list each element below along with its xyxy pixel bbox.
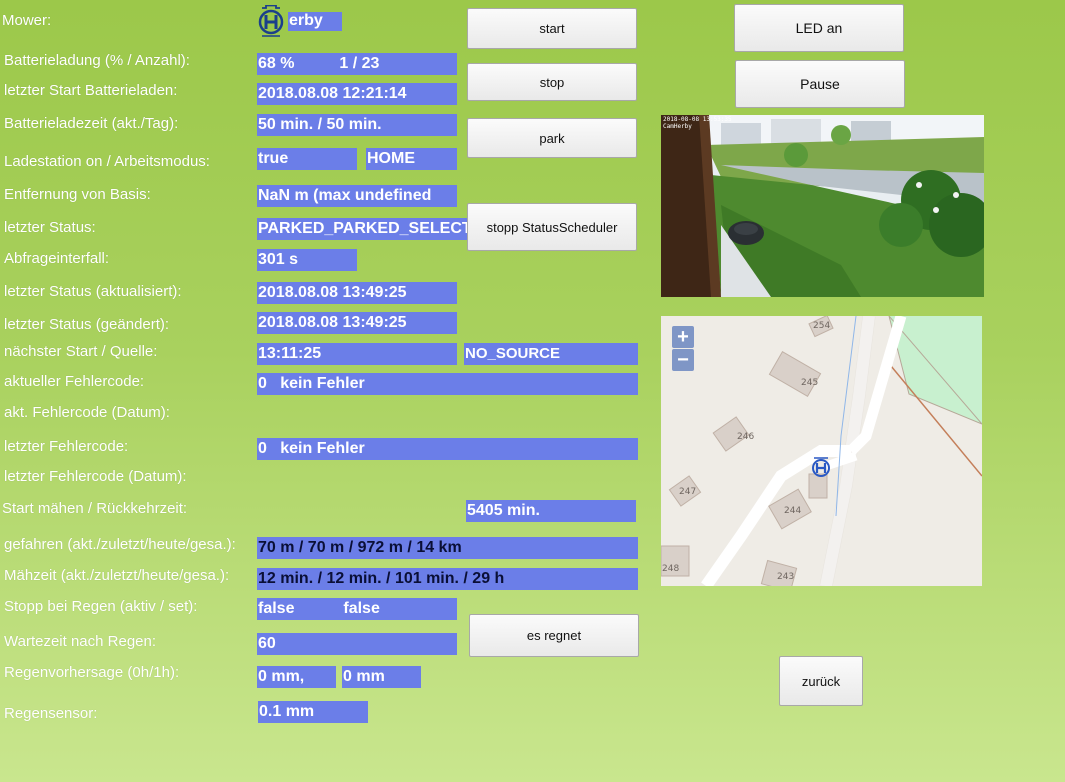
rain-stop-set: false (343, 600, 380, 617)
return-time-value: 5405 min. (466, 500, 636, 522)
label-current-error: aktueller Fehlercode: (4, 373, 145, 390)
park-button[interactable]: park (467, 118, 637, 158)
zoom-in-button[interactable]: + (672, 326, 694, 348)
battery-pct: 68 % (258, 55, 295, 72)
status-changed-value: 2018.08.08 13:49:25 (257, 312, 457, 334)
husqvarna-logo-icon (258, 5, 284, 37)
led-button[interactable]: LED an (734, 4, 904, 52)
next-start-value: 13:11:25 (257, 343, 457, 365)
next-start-source-value: NO_SOURCE (464, 343, 638, 365)
label-charge-time: Batterieladezeit (akt./Tag): (4, 115, 179, 132)
rain-sensor-value: 0.1 mm (258, 701, 368, 723)
label-next-start: nächster Start / Quelle: (4, 343, 158, 360)
label-battery: Batterieladung (% / Anzahl): (4, 52, 190, 69)
label-rain-sensor: Regensensor: (4, 705, 98, 722)
label-rain-stop: Stopp bei Regen (aktiv / set): (4, 598, 198, 615)
status-updated-value: 2018.08.08 13:49:25 (257, 282, 457, 304)
label-distance: Entfernung von Basis: (4, 186, 151, 203)
label-last-error-date: letzter Fehlercode (Datum): (4, 468, 187, 485)
house-245: 245 (801, 378, 818, 388)
house-243: 243 (777, 572, 794, 582)
last-error-text: kein Fehler (280, 440, 365, 457)
current-error-code: 0 (258, 375, 267, 392)
current-error-value: 0 kein Fehler (257, 373, 638, 395)
stop-scheduler-button[interactable]: stopp StatusScheduler (467, 203, 637, 251)
map-tiles: 254 245 246 247 244 248 243 (661, 316, 982, 586)
station-on-value: true (257, 148, 357, 170)
current-error-text: kein Fehler (280, 375, 365, 392)
stop-button[interactable]: stop (467, 63, 637, 101)
camera-image: 2018-08-08 13:53:35 CamHerby (661, 115, 984, 297)
label-status-updated: letzter Status (aktualisiert): (4, 283, 182, 300)
mower-name-value: erby (288, 12, 342, 31)
label-mower: Mower: (2, 12, 52, 29)
last-error-code: 0 (258, 440, 267, 457)
mow-time-value: 12 min. / 12 min. / 101 min. / 29 h (257, 568, 638, 590)
zoom-out-button[interactable]: − (672, 349, 694, 371)
house-246: 246 (737, 432, 754, 442)
distance-value: NaN m (max undefined (257, 185, 457, 207)
last-error-value: 0 kein Fehler (257, 438, 638, 460)
back-button[interactable]: zurück (779, 656, 863, 706)
poll-interval-value: 301 s (257, 249, 357, 271)
battery-value: 68 % 1 / 23 (257, 53, 457, 75)
start-button[interactable]: start (467, 8, 637, 49)
battery-count: 1 / 23 (339, 55, 380, 72)
label-current-error-date: akt. Fehlercode (Datum): (4, 404, 170, 421)
label-last-charge-start: letzter Start Batterieladen: (4, 82, 178, 99)
rain-button[interactable]: es regnet (469, 614, 639, 657)
label-rain-forecast: Regenvorhersage (0h/1h): (4, 664, 180, 681)
rain-stop-active: false (258, 600, 295, 617)
label-last-status: letzter Status: (4, 219, 96, 236)
label-poll-interval: Abfrageinterfall: (4, 250, 110, 267)
house-254: 254 (813, 321, 830, 331)
label-station-mode: Ladestation on / Arbeitsmodus: (4, 153, 210, 170)
label-rain-wait: Wartezeit nach Regen: (4, 633, 157, 650)
label-status-changed: letzter Status (geändert): (4, 316, 170, 333)
map[interactable]: 254 245 246 247 244 248 243 + − (661, 316, 982, 586)
last-charge-start-value: 2018.08.08 12:21:14 (257, 83, 457, 105)
house-248: 248 (662, 564, 679, 574)
charge-time-value: 50 min. / 50 min. (257, 114, 457, 136)
label-driven: gefahren (akt./zuletzt/heute/gesa.): (4, 536, 236, 553)
driven-value: 70 m / 70 m / 972 m / 14 km (257, 537, 638, 559)
pause-button[interactable]: Pause (735, 60, 905, 108)
label-last-error: letzter Fehlercode: (4, 438, 129, 455)
camera-timestamp: 2018-08-08 13:53:35 CamHerby (663, 116, 732, 130)
rain-forecast-0h-value: 0 mm, (257, 666, 336, 688)
work-mode-value: HOME (366, 148, 457, 170)
rain-wait-value: 60 (257, 633, 457, 655)
label-mow-time: Mähzeit (akt./zuletzt/heute/gesa.): (4, 567, 230, 584)
house-244: 244 (784, 506, 801, 516)
camera-scene (661, 115, 984, 297)
house-247: 247 (679, 487, 696, 497)
label-mow-start-return: Start mähen / Rückkehrzeit: (2, 500, 188, 517)
last-status-value: PARKED_PARKED_SELECTED (257, 218, 469, 240)
rain-stop-value: false false (257, 598, 457, 620)
rain-forecast-1h-value: 0 mm (342, 666, 421, 688)
